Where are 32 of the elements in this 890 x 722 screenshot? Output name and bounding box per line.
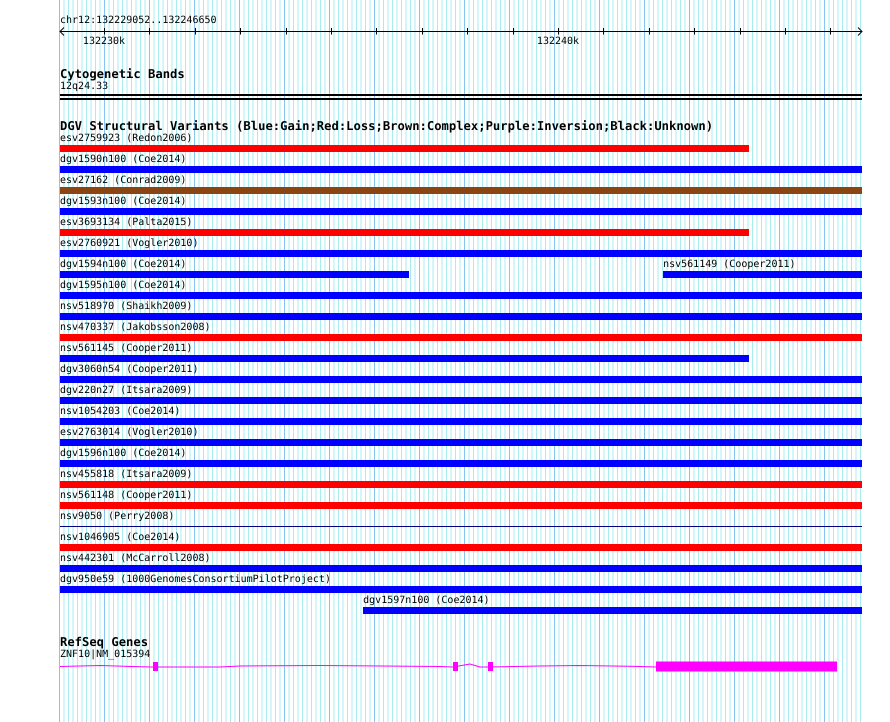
- variant-label: esv2763014 (Vogler2010): [60, 427, 198, 439]
- variant-label: dgv3060n54 (Cooper2011): [60, 364, 198, 376]
- variant-label: nsv455818 (Itsara2009): [60, 469, 192, 481]
- variant-label: dgv950e59 (1000GenomesConsortiumPilotProject): [60, 574, 331, 586]
- variant-label: dgv1597n100 (Coe2014): [363, 595, 490, 607]
- variant-label: esv2760921 (Vogler2010): [60, 238, 198, 250]
- variant-label: dgv1596n100 (Coe2014): [60, 448, 186, 460]
- variant-label: esv27162 (Conrad2009): [60, 175, 186, 187]
- gene-label: ZNF10|NM_015394: [60, 649, 152, 661]
- variant-label: esv2759923 (Redon2006): [60, 133, 192, 145]
- variant-label: dgv1594n100 (Coe2014): [60, 259, 186, 271]
- region-label: chr12:132229052..132246650: [60, 14, 218, 27]
- band-label: 12q24.33: [60, 81, 110, 93]
- track-title: DGV Structural Variants (Blue:Gain;Red:Loss;Brown:Complex;Purple:Inversion;Black:Unknown): [60, 120, 714, 133]
- variant-label: nsv470337 (Jakobsson2008): [60, 322, 211, 334]
- variant-label: nsv1046905 (Coe2014): [60, 532, 180, 544]
- variant-label: nsv1054203 (Coe2014): [60, 406, 180, 418]
- variant-label: dgv1593n100 (Coe2014): [60, 196, 186, 208]
- tick-label: 132240k: [536, 36, 580, 47]
- variant-label: dgv220n27 (Itsara2009): [60, 385, 192, 397]
- variant-label: dgv1595n100 (Coe2014): [60, 280, 186, 292]
- variant-label: nsv561148 (Cooper2011): [60, 490, 192, 502]
- track-title: RefSeq Genes: [60, 636, 150, 649]
- variant-label: nsv518970 (Shaikh2009): [60, 301, 192, 313]
- variant-label: dgv1590n100 (Coe2014): [60, 154, 186, 166]
- variant-label: esv3693134 (Palta2015): [60, 217, 192, 229]
- variant-label: nsv561145 (Cooper2011): [60, 343, 192, 355]
- tick-label: 132230k: [82, 36, 126, 47]
- variant-label: nsv561149 (Cooper2011): [663, 259, 796, 271]
- variant-label: nsv9050 (Perry2008): [60, 511, 174, 523]
- track-title: Cytogenetic Bands: [60, 68, 186, 81]
- variant-label: nsv442301 (McCarroll2008): [60, 553, 211, 565]
